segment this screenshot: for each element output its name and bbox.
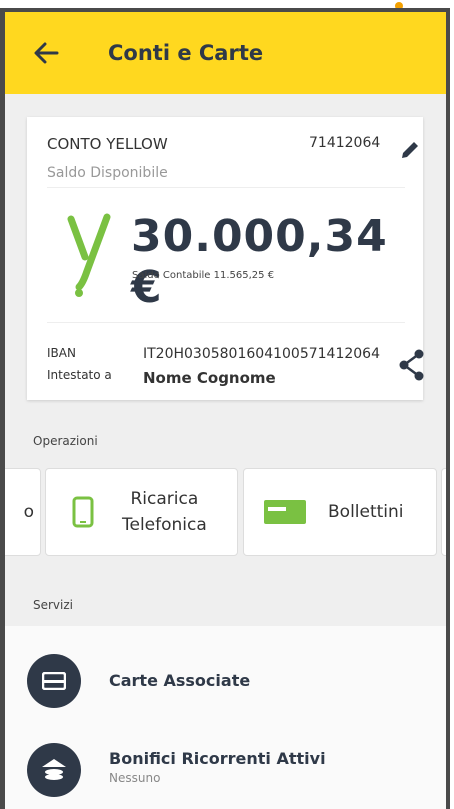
account-number: 71412064 bbox=[309, 135, 381, 151]
operation-label: o bbox=[23, 502, 34, 522]
operation-label: Bollettini bbox=[328, 502, 404, 522]
page-title: Conti e Carte bbox=[108, 41, 264, 65]
pencil-icon bbox=[402, 142, 418, 158]
accounting-balance: Saldo Contabile 11.565,25 € bbox=[132, 270, 275, 281]
available-balance: 30.000,34 € bbox=[131, 211, 388, 313]
account-card[interactable]: CONTO YELLOW Saldo Disponibile 71412064 … bbox=[27, 117, 425, 400]
services-section-label: Servizi bbox=[33, 598, 74, 612]
back-button[interactable] bbox=[31, 38, 61, 68]
iban-value: IT20H0305801604100571412064 bbox=[143, 346, 380, 362]
iban-label: IBAN bbox=[47, 346, 76, 360]
operation-label-line2: Telefonica bbox=[122, 515, 207, 535]
operation-tile-next[interactable] bbox=[441, 468, 446, 556]
holder-name: Nome Cognome bbox=[143, 369, 276, 387]
divider bbox=[47, 187, 405, 188]
services-list: Carte Associate Bonifici Ricorrenti Atti… bbox=[5, 626, 446, 809]
app-frame: Conti e Carte CONTO YELLOW Saldo Disponi… bbox=[0, 8, 450, 809]
account-name: CONTO YELLOW bbox=[47, 135, 168, 153]
bank-transfer-icon bbox=[27, 743, 81, 797]
operation-tile-bollettini[interactable]: Bollettini bbox=[243, 468, 437, 556]
operations-section-label: Operazioni bbox=[33, 434, 98, 448]
app-bar: Conti e Carte bbox=[5, 12, 446, 94]
divider bbox=[47, 322, 405, 323]
operation-label-line1: Ricarica bbox=[130, 489, 199, 509]
bill-icon bbox=[264, 500, 306, 524]
service-subtitle: Nessuno bbox=[109, 771, 161, 785]
balance-caption: Saldo Disponibile bbox=[47, 165, 168, 181]
operation-tile-ricarica[interactable]: Ricarica Telefonica bbox=[45, 468, 238, 556]
service-title: Bonifici Ricorrenti Attivi bbox=[109, 749, 326, 768]
card-icon bbox=[27, 654, 81, 708]
holder-label: Intestato a bbox=[47, 368, 112, 382]
service-title: Carte Associate bbox=[109, 671, 251, 690]
operations-carousel[interactable]: o Ricarica Telefonica Bollettini bbox=[5, 468, 446, 558]
yellow-logo-icon bbox=[67, 213, 111, 297]
share-button[interactable] bbox=[399, 349, 425, 381]
arrow-left-icon bbox=[34, 42, 59, 64]
edit-button[interactable] bbox=[399, 139, 421, 161]
phone-icon bbox=[72, 496, 94, 528]
share-icon bbox=[399, 349, 424, 381]
operation-tile-partial[interactable]: o bbox=[5, 468, 41, 556]
operation-label: Ricarica Telefonica bbox=[122, 486, 207, 538]
